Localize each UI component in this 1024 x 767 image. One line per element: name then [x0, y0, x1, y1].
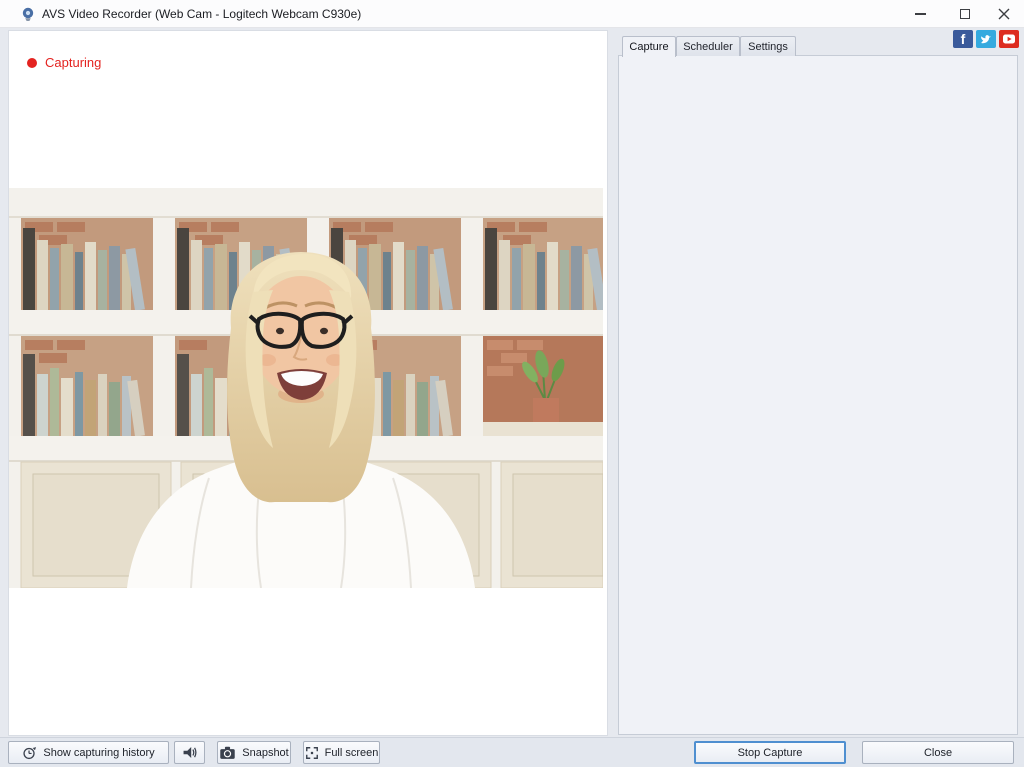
close-button[interactable]: Close [862, 741, 1014, 764]
speaker-button[interactable] [174, 741, 205, 764]
fullscreen-icon [305, 746, 319, 760]
title-bar: AVS Video Recorder (Web Cam - Logitech W… [0, 0, 1024, 28]
minimize-icon [915, 13, 926, 15]
full-screen-button[interactable]: Full screen [303, 741, 380, 764]
maximize-icon [960, 9, 970, 19]
capturing-indicator: Capturing [27, 55, 101, 70]
tab-scheduler[interactable]: Scheduler [676, 36, 740, 56]
speaker-icon [181, 744, 198, 761]
tab-settings[interactable]: Settings [740, 36, 796, 56]
window-title: AVS Video Recorder (Web Cam - Logitech W… [42, 0, 361, 28]
close-window-button[interactable] [987, 0, 1021, 28]
capture-tab-panel [618, 55, 1018, 735]
bottom-toolbar: Show capturing history Snapshot Full scr… [0, 737, 1024, 767]
webcam-frame [9, 188, 603, 588]
twitter-icon[interactable] [976, 30, 996, 48]
show-capturing-history-button[interactable]: Show capturing history [8, 741, 169, 764]
video-preview-panel: Capturing [8, 30, 608, 736]
close-icon [998, 8, 1010, 20]
camera-icon [219, 745, 236, 760]
minimize-button[interactable] [903, 0, 937, 28]
recording-dot [27, 58, 37, 68]
stop-capture-button[interactable]: Stop Capture [694, 741, 846, 764]
youtube-icon[interactable] [999, 30, 1019, 48]
history-icon [22, 745, 37, 760]
maximize-button[interactable] [948, 0, 982, 28]
facebook-icon[interactable]: f [953, 30, 973, 48]
app-icon [20, 6, 36, 22]
snapshot-button[interactable]: Snapshot [217, 741, 291, 764]
tab-capture[interactable]: Capture [622, 36, 676, 57]
capturing-label: Capturing [45, 55, 101, 70]
